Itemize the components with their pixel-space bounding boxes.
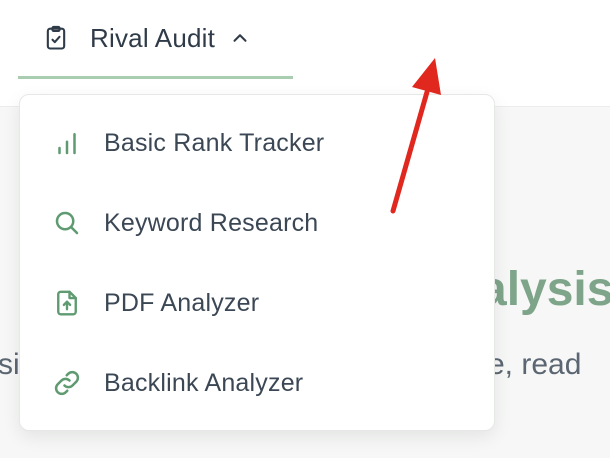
- top-navbar: Rival Audit: [0, 0, 610, 107]
- rival-audit-dropdown-menu: Basic Rank Tracker Keyword Research PDF …: [19, 94, 495, 431]
- menu-item-label: Backlink Analyzer: [104, 368, 304, 397]
- menu-item-label: Keyword Research: [104, 208, 319, 237]
- search-icon: [52, 208, 82, 238]
- chevron-up-icon: [229, 27, 251, 49]
- nav-tab-rival-audit[interactable]: Rival Audit: [18, 0, 293, 79]
- link-icon: [52, 368, 82, 398]
- menu-item-keyword-research[interactable]: Keyword Research: [20, 183, 494, 263]
- clipboard-check-icon: [42, 24, 70, 52]
- hero-headline: alysis: [480, 263, 610, 316]
- menu-item-pdf-analyzer[interactable]: PDF Analyzer: [20, 263, 494, 343]
- file-upload-icon: [52, 288, 82, 318]
- nav-tab-label: Rival Audit: [90, 22, 216, 53]
- menu-item-basic-rank-tracker[interactable]: Basic Rank Tracker: [20, 103, 494, 183]
- menu-item-backlink-analyzer[interactable]: Backlink Analyzer: [20, 343, 494, 423]
- page: Rival Audit alysis si re, read Basic Ran…: [0, 0, 610, 458]
- menu-item-label: PDF Analyzer: [104, 288, 260, 317]
- menu-item-label: Basic Rank Tracker: [104, 128, 325, 157]
- bar-chart-icon: [52, 128, 82, 158]
- hero-subtext-left: si: [0, 348, 20, 381]
